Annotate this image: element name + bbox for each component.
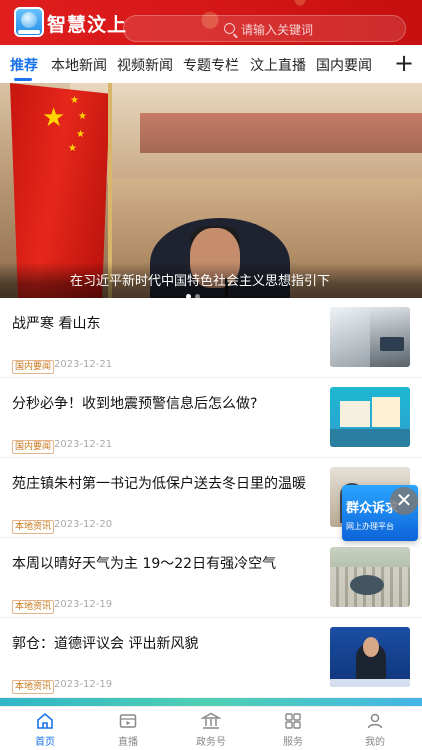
- news-thumbnail: [330, 307, 410, 367]
- petition-widget-subtitle: 网上办理平台: [346, 522, 394, 531]
- tab-video-news[interactable]: 视频新闻: [117, 55, 173, 75]
- bottom-nav: 首页 直播 政务号 服务 我的: [0, 706, 422, 750]
- tab-national-news[interactable]: 国内要闻: [316, 55, 372, 75]
- news-category-badge: 国内要闻: [12, 440, 55, 454]
- search-input[interactable]: 请输入关键词: [123, 15, 406, 42]
- news-thumbnail: [330, 387, 410, 447]
- news-title: 战严寒 看山东: [12, 316, 101, 332]
- app-header: 智慧汶上 请输入关键词: [0, 0, 422, 45]
- news-date: 2023-12-19: [54, 599, 113, 610]
- government-icon: [201, 712, 221, 729]
- video-icon: [119, 714, 137, 728]
- nav-label: 政务号: [196, 737, 226, 748]
- news-category-badge: 本地资讯: [12, 680, 55, 694]
- nav-label: 首页: [35, 737, 55, 748]
- hero-caption-bar: 在习近平新时代中国特色社会主义思想指引下: [0, 262, 422, 298]
- search-placeholder: 请输入关键词: [241, 23, 314, 37]
- nav-home[interactable]: 首页: [15, 711, 75, 748]
- news-category-badge: 本地资讯: [12, 600, 55, 614]
- news-date: 2023-12-19: [54, 679, 113, 690]
- news-thumbnail: [330, 627, 410, 687]
- nav-label: 服务: [283, 737, 303, 748]
- news-title: 郭仓：道德评议会 评出新风貌: [12, 636, 199, 652]
- app-title: 智慧汶上: [47, 14, 128, 36]
- bottom-banner-strip: [0, 698, 422, 706]
- user-icon: [367, 713, 383, 729]
- close-icon[interactable]: ✕: [390, 487, 418, 515]
- news-date: 2023-12-21: [54, 359, 113, 370]
- news-item[interactable]: 分秒必争！收到地震预警信息后怎么做? 国内要闻 2023-12-21: [0, 378, 422, 458]
- home-icon: [37, 712, 53, 729]
- nav-live[interactable]: 直播: [98, 711, 158, 748]
- news-title: 苑庄镇朱村第一书记为低保户送去冬日里的温暖: [12, 476, 306, 492]
- news-item[interactable]: 郭仓：道德评议会 评出新风貌 本地资讯 2023-12-19: [0, 618, 422, 698]
- tab-live[interactable]: 汶上直播: [250, 55, 306, 75]
- active-tab-indicator: [14, 78, 32, 81]
- news-title: 本周以晴好天气为主 19～22日有强冷空气: [12, 556, 277, 572]
- nav-label: 我的: [365, 737, 385, 748]
- news-item[interactable]: 本周以晴好天气为主 19～22日有强冷空气 本地资讯 2023-12-19: [0, 538, 422, 618]
- tab-special-topics[interactable]: 专题专栏: [183, 55, 239, 75]
- nav-services[interactable]: 服务: [263, 711, 323, 748]
- grid-icon: [285, 713, 301, 729]
- nav-profile[interactable]: 我的: [345, 711, 405, 748]
- news-item[interactable]: 战严寒 看山东 国内要闻 2023-12-21: [0, 298, 422, 378]
- nav-label: 直播: [118, 737, 138, 748]
- news-category-badge: 本地资讯: [12, 520, 55, 534]
- search-icon: [224, 23, 235, 34]
- tab-recommend[interactable]: 推荐: [10, 55, 38, 75]
- news-category-badge: 国内要闻: [12, 360, 55, 374]
- news-date: 2023-12-20: [54, 519, 113, 530]
- tab-local-news[interactable]: 本地新闻: [51, 55, 107, 75]
- app-logo-icon[interactable]: [14, 7, 44, 37]
- nav-government[interactable]: 政务号: [181, 711, 241, 748]
- news-thumbnail: [330, 547, 410, 607]
- news-title: 分秒必争！收到地震预警信息后怎么做?: [12, 396, 258, 412]
- news-date: 2023-12-21: [54, 439, 113, 450]
- add-tab-button[interactable]: +: [394, 51, 414, 75]
- category-tabs: 推荐 本地新闻 视频新闻 专题专栏 汶上直播 国内要闻 +: [0, 45, 422, 83]
